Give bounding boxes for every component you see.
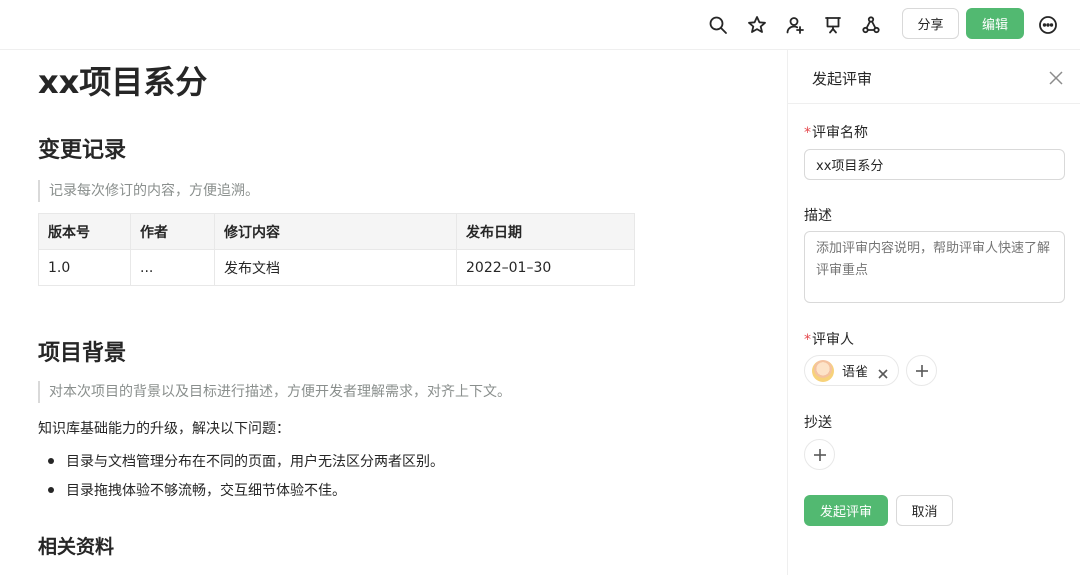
add-reviewer-button[interactable] (906, 355, 937, 386)
panel-title: 发起评审 (812, 70, 873, 88)
search-icon[interactable] (705, 12, 731, 38)
table-header-cell: 作者 (130, 213, 215, 250)
add-user-icon[interactable] (782, 12, 808, 38)
reviewer-label: *评审人 (804, 332, 854, 348)
table-row: 1.0 ... 发布文档 2022–01–30 (38, 249, 635, 286)
required-mark: * (804, 332, 811, 348)
changelog-quote: 记录每次修订的内容，方便追溯。 (38, 180, 259, 202)
reviewer-name: 语雀 (842, 365, 869, 380)
star-icon[interactable] (744, 12, 770, 38)
table-cell: 1.0 (38, 249, 131, 286)
description-label: 描述 (804, 208, 832, 224)
avatar (812, 359, 834, 382)
plus-icon (915, 364, 928, 377)
revision-table: 版本号 作者 修订内容 发布日期 1.0 ... 发布文档 2022–01–30 (38, 213, 635, 286)
list-item-text: 目录拖拽体验不够流畅，交互细节体验不佳。 (66, 483, 346, 499)
section-heading-references: 相关资料 (38, 536, 115, 558)
presentation-icon[interactable] (820, 12, 846, 38)
review-name-label: *评审名称 (804, 125, 868, 141)
page-title: xx项目系分 (38, 63, 208, 101)
review-panel: 发起评审 *评审名称 描述 *评审人 语雀 抄送 发起评审 取消 (787, 50, 1080, 575)
close-icon[interactable] (1047, 69, 1065, 87)
required-mark: * (804, 125, 811, 141)
top-toolbar: 分享 编辑 (0, 0, 1080, 50)
cc-label: 抄送 (804, 415, 832, 431)
table-cell: 2022–01–30 (456, 249, 635, 286)
section-heading-background: 项目背景 (38, 341, 127, 366)
review-name-input[interactable] (804, 149, 1065, 180)
table-cell: ... (130, 249, 215, 286)
edit-button[interactable]: 编辑 (966, 8, 1024, 39)
section-heading-changelog: 变更记录 (38, 138, 127, 163)
add-cc-button[interactable] (804, 439, 835, 470)
table-header-cell: 版本号 (38, 213, 131, 250)
remove-reviewer-icon[interactable] (877, 365, 889, 379)
list-item: 目录拖拽体验不够流畅，交互细节体验不佳。 (48, 480, 346, 500)
plus-icon (813, 448, 826, 461)
reviewer-chip: 语雀 (804, 355, 899, 386)
list-item-text: 目录与文档管理分布在不同的页面，用户无法区分两者区别。 (66, 454, 444, 470)
more-icon[interactable] (1035, 12, 1061, 38)
bullet-dot (48, 487, 54, 493)
share-button[interactable]: 分享 (902, 8, 959, 39)
description-textarea[interactable] (804, 231, 1065, 303)
list-item: 目录与文档管理分布在不同的页面，用户无法区分两者区别。 (48, 451, 444, 471)
background-quote: 对本次项目的背景以及目标进行描述，方便开发者理解需求，对齐上下文。 (38, 381, 511, 403)
table-header-row: 版本号 作者 修订内容 发布日期 (38, 213, 635, 250)
submit-review-button[interactable]: 发起评审 (804, 495, 888, 526)
table-header-cell: 发布日期 (456, 213, 635, 250)
bullet-dot (48, 458, 54, 464)
table-cell: 发布文档 (214, 249, 457, 286)
share-network-icon[interactable] (858, 12, 884, 38)
panel-header: 发起评审 (788, 50, 1080, 104)
background-intro: 知识库基础能力的升级，解决以下问题： (38, 421, 290, 437)
cancel-button[interactable]: 取消 (896, 495, 953, 526)
table-header-cell: 修订内容 (214, 213, 457, 250)
